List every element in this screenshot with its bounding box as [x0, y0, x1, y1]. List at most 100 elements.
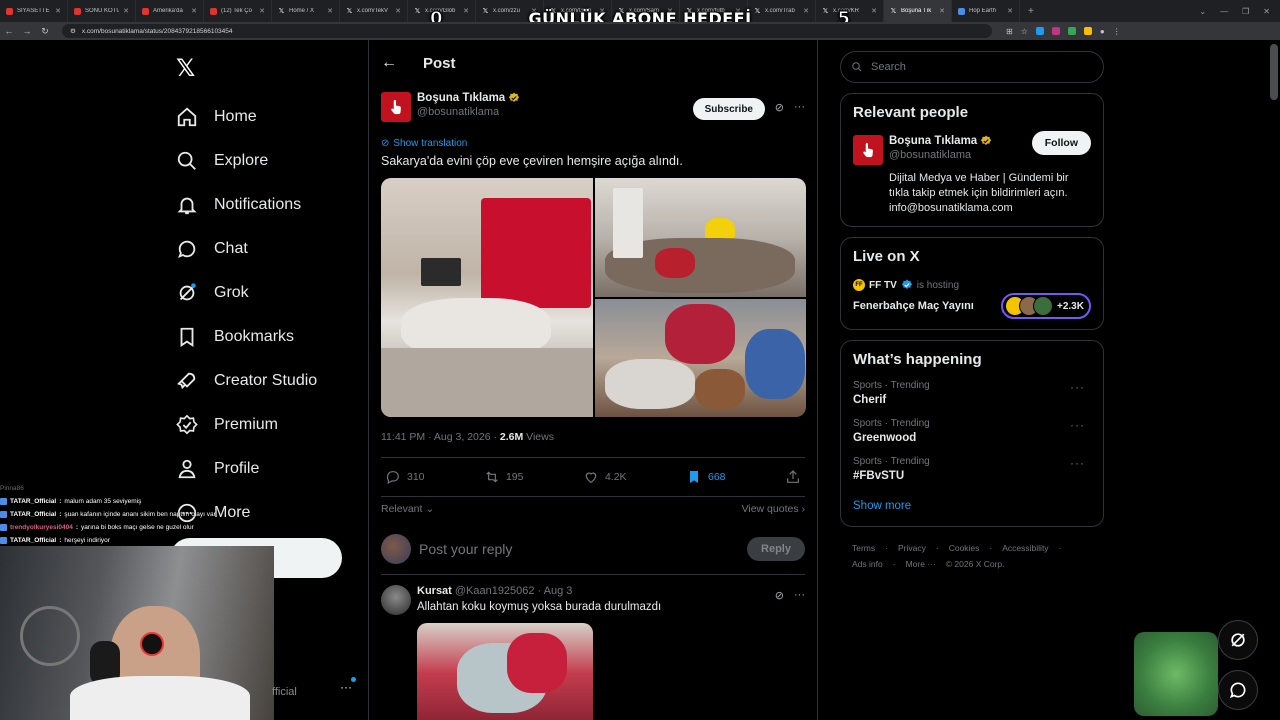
- browser-tab[interactable]: (12) Tek Ço ✕: [204, 0, 272, 22]
- extension-icon[interactable]: [1051, 26, 1060, 35]
- browser-tab[interactable]: 𝕏x.com/Trab ✕: [748, 0, 816, 22]
- more-options-icon[interactable]: ···: [1070, 456, 1085, 470]
- nav-item-chat[interactable]: Chat: [160, 227, 370, 271]
- site-info-icon[interactable]: ⚙: [70, 27, 76, 35]
- nav-item-grok[interactable]: Grok: [160, 271, 370, 315]
- x-logo-icon[interactable]: 𝕏: [176, 54, 370, 83]
- reply-author-name[interactable]: Kursat: [417, 585, 452, 597]
- new-tab-icon[interactable]: +: [1020, 6, 1042, 17]
- extension-icon[interactable]: [1035, 26, 1044, 35]
- tab-close-icon[interactable]: ✕: [191, 7, 197, 15]
- browser-tab[interactable]: 𝕏x.com/zzu ✕: [476, 0, 544, 22]
- forward-nav-icon[interactable]: →: [18, 26, 36, 36]
- account-more-icon[interactable]: ···: [340, 680, 352, 694]
- grok-icon[interactable]: ⊘: [775, 101, 784, 114]
- nav-item-premium[interactable]: Premium: [160, 403, 370, 447]
- messages-fab[interactable]: [1218, 670, 1258, 710]
- tab-close-icon[interactable]: ✕: [395, 7, 401, 15]
- bookmark-action[interactable]: 668: [686, 469, 726, 485]
- tab-close-icon[interactable]: ✕: [123, 7, 129, 15]
- tab-close-icon[interactable]: ✕: [55, 7, 61, 15]
- extension-icon[interactable]: [1067, 26, 1076, 35]
- grok-fab[interactable]: [1218, 620, 1258, 660]
- tab-close-icon[interactable]: ✕: [667, 7, 673, 15]
- show-more-link[interactable]: Show more: [853, 500, 1091, 512]
- tab-close-icon[interactable]: ✕: [599, 7, 605, 15]
- avatar[interactable]: [381, 585, 411, 615]
- back-nav-icon[interactable]: ←: [0, 26, 18, 36]
- footer-link[interactable]: More ···: [906, 559, 936, 569]
- post-photo[interactable]: [595, 178, 806, 297]
- browser-tab[interactable]: 𝕏x.com/Glob ✕: [544, 0, 612, 22]
- extension-icon[interactable]: [1083, 26, 1092, 35]
- reload-icon[interactable]: ↻: [36, 26, 54, 37]
- browser-tab[interactable]: 𝕏x.com/futb ✕: [680, 0, 748, 22]
- browser-tab[interactable]: Amerika'da ✕: [136, 0, 204, 22]
- author-name[interactable]: Boşuna Tıklama: [417, 92, 520, 104]
- post-photo[interactable]: [381, 178, 593, 417]
- person-handle[interactable]: @bosunatiklama: [889, 149, 992, 161]
- browser-tab[interactable]: SONU KÖTÜ ✕: [68, 0, 136, 22]
- tab-close-icon[interactable]: ✕: [871, 7, 877, 15]
- browser-tab[interactable]: 𝕏x.com/TekV ✕: [340, 0, 408, 22]
- trend-item[interactable]: Sports · Trending Cherif ···: [853, 380, 1091, 406]
- tab-search-icon[interactable]: ⌄: [1199, 7, 1206, 16]
- footer-link[interactable]: Privacy: [898, 543, 926, 553]
- reply-photo[interactable]: [417, 623, 593, 720]
- page-scrollbar[interactable]: [1270, 44, 1278, 100]
- more-options-icon[interactable]: ···: [794, 589, 805, 602]
- tab-close-icon[interactable]: ✕: [463, 7, 469, 15]
- star-icon[interactable]: ☆: [1021, 27, 1028, 36]
- browser-tab[interactable]: 𝕏x.com/KR ✕: [816, 0, 884, 22]
- reply-author-handle[interactable]: @Kaan1925062: [455, 585, 535, 597]
- more-options-icon[interactable]: ···: [1070, 418, 1085, 432]
- browser-tab[interactable]: Hop Earth ✕: [952, 0, 1020, 22]
- reply-button[interactable]: Reply: [747, 536, 805, 561]
- grok-icon[interactable]: ⊘: [775, 589, 784, 602]
- profile-icon[interactable]: ●: [1100, 27, 1105, 36]
- person-row[interactable]: Boşuna Tıklama @bosunatiklama Follow: [853, 131, 1091, 165]
- relevant-sort-dropdown[interactable]: Relevant ⌄: [381, 503, 434, 515]
- close-window-icon[interactable]: ✕: [1263, 7, 1270, 16]
- nav-item-bookmarks[interactable]: Bookmarks: [160, 315, 370, 359]
- reply-input[interactable]: Post your reply: [419, 541, 739, 557]
- maximize-icon[interactable]: ❐: [1242, 7, 1249, 16]
- nav-item-home[interactable]: Home: [160, 95, 370, 139]
- live-host[interactable]: FF FF TV is hosting: [853, 279, 1091, 291]
- follow-button[interactable]: Follow: [1031, 131, 1091, 155]
- footer-link[interactable]: Ads info: [852, 559, 883, 569]
- back-arrow-icon[interactable]: ←: [381, 54, 397, 72]
- search-input[interactable]: Search: [840, 51, 1104, 83]
- live-listeners-pill[interactable]: +2.3K: [1001, 293, 1091, 319]
- url-field[interactable]: ⚙ x.com/bosunatiklama/status/20843792185…: [62, 24, 992, 38]
- footer-link[interactable]: © 2026 X Corp.: [946, 559, 1005, 569]
- tab-close-icon[interactable]: ✕: [939, 7, 945, 15]
- nav-item-notifications[interactable]: Notifications: [160, 183, 370, 227]
- trend-item[interactable]: Sports · Trending #FBvSTU ···: [853, 456, 1091, 482]
- show-translation-link[interactable]: ⊘ Show translation: [381, 138, 805, 149]
- live-stream-row[interactable]: Fenerbahçe Maç Yayını +2.3K: [853, 293, 1091, 319]
- footer-link[interactable]: Cookies: [949, 543, 980, 553]
- author-avatar[interactable]: [381, 92, 411, 122]
- tab-close-icon[interactable]: ✕: [1007, 7, 1013, 15]
- browser-tab[interactable]: 𝕏x.com/Glob ✕: [408, 0, 476, 22]
- tab-close-icon[interactable]: ✕: [259, 7, 265, 15]
- view-quotes-link[interactable]: View quotes ›: [742, 503, 805, 515]
- person-avatar[interactable]: [853, 135, 883, 165]
- post-photo[interactable]: [595, 299, 806, 417]
- browser-tab[interactable]: 𝕏x.com/Sam ✕: [612, 0, 680, 22]
- tab-close-icon[interactable]: ✕: [803, 7, 809, 15]
- author-handle[interactable]: @bosunatiklama: [417, 106, 520, 118]
- repost-action[interactable]: 195: [484, 469, 524, 485]
- more-options-icon[interactable]: ···: [1070, 380, 1085, 394]
- like-action[interactable]: 4.2K: [583, 469, 627, 485]
- minimize-icon[interactable]: —: [1220, 7, 1228, 16]
- footer-link[interactable]: Terms: [852, 543, 875, 553]
- footer-link[interactable]: Accessibility: [1002, 543, 1048, 553]
- reply-action[interactable]: 310: [385, 469, 425, 485]
- translate-icon[interactable]: ⊞: [1006, 27, 1013, 36]
- browser-tab[interactable]: 𝕏 Home / X ✕: [272, 0, 340, 22]
- person-name[interactable]: Boşuna Tıklama: [889, 135, 992, 147]
- menu-icon[interactable]: ⋮: [1113, 27, 1121, 36]
- tab-close-icon[interactable]: ✕: [327, 7, 333, 15]
